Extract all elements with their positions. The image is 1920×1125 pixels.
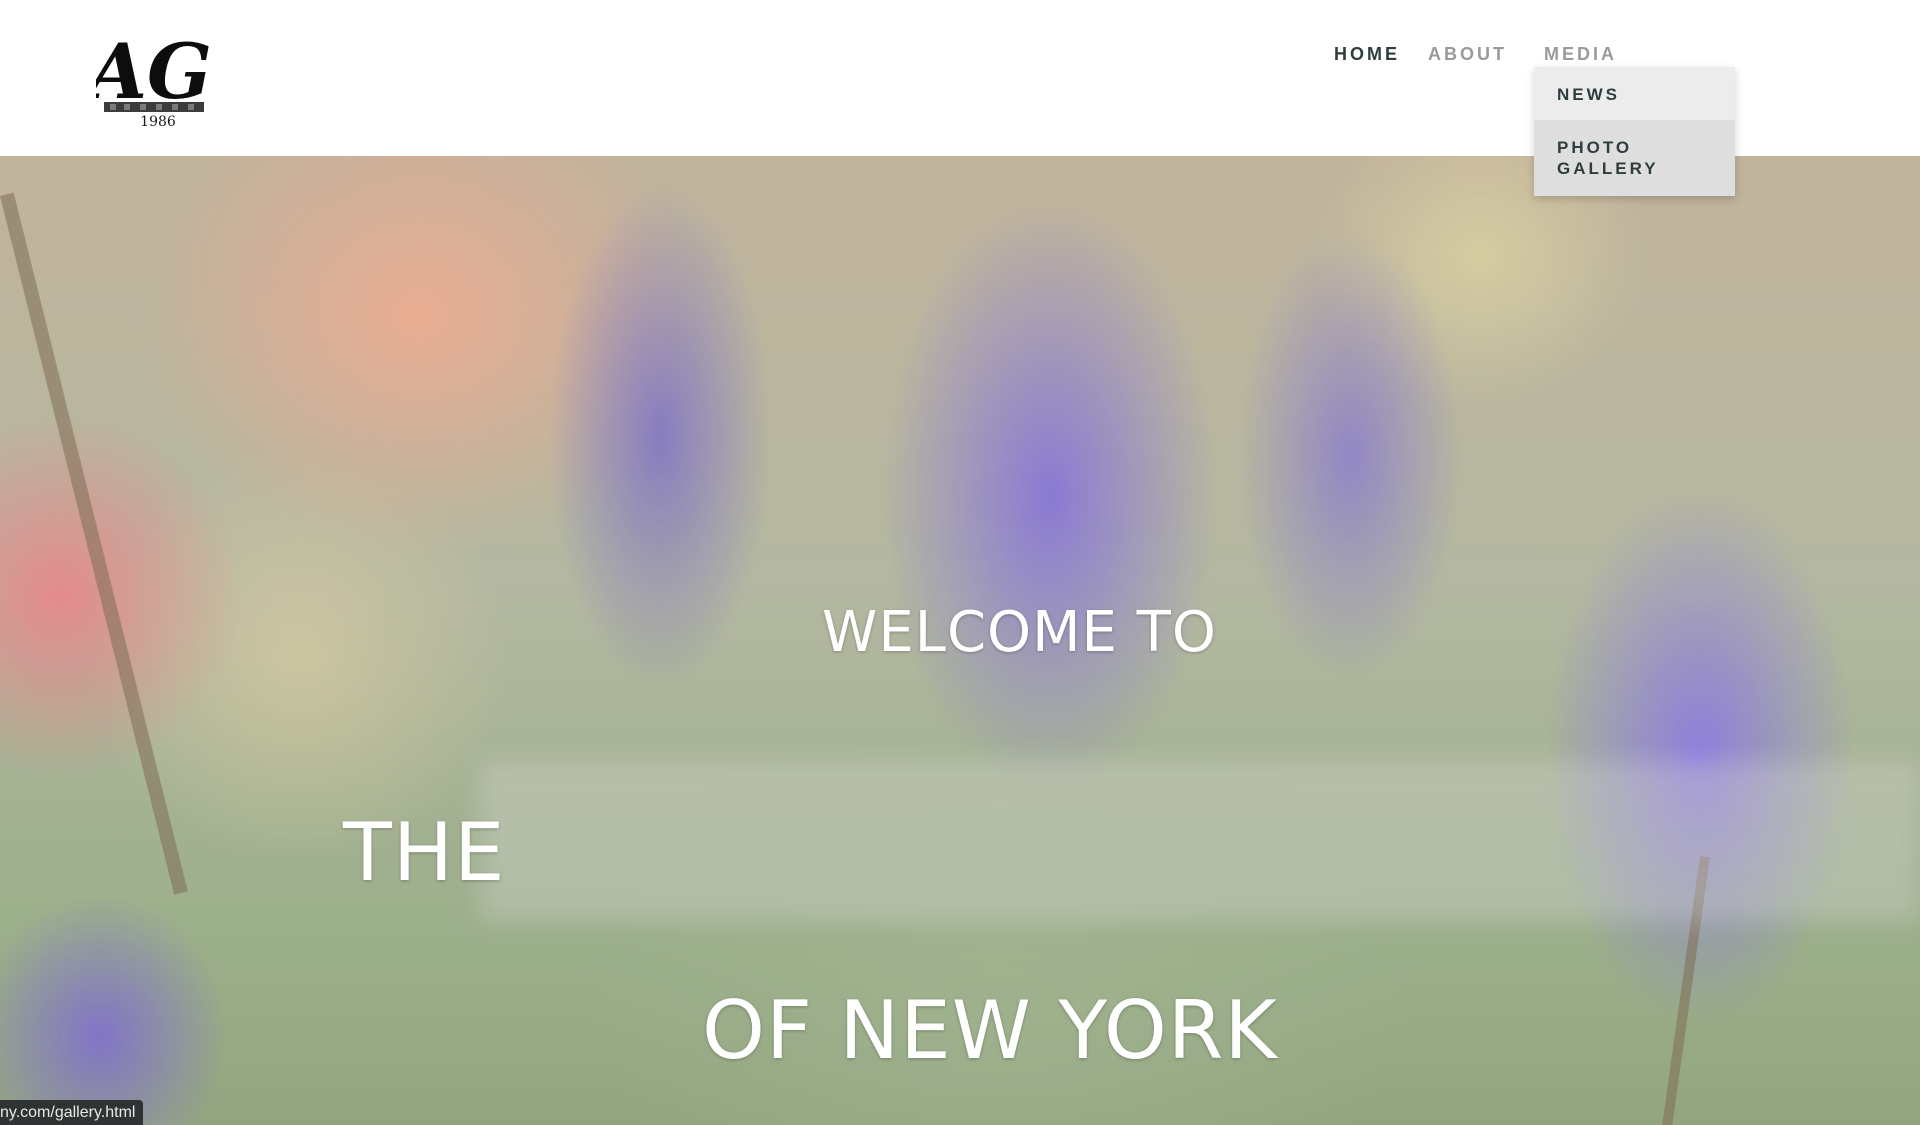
nav-about-link[interactable]: ABOUT (1428, 40, 1507, 69)
page: AG 1986 HOME ABOUT MEDIA NEWS PHOTO GALL… (0, 0, 1920, 1125)
site-logo[interactable]: AG 1986 (82, 24, 214, 132)
hero-new-york-text: OF NEW YORK (702, 984, 1278, 1077)
hero-banner: WELCOME TO THE OF NEW YORK (0, 156, 1920, 1125)
hero-the-text: THE (343, 806, 506, 899)
site-header: AG 1986 HOME ABOUT MEDIA NEWS PHOTO GALL… (0, 0, 1920, 196)
nav-home-link[interactable]: HOME (1334, 40, 1400, 69)
ag-logo-icon: AG 1986 (82, 27, 212, 130)
status-bar-url: ny.com/gallery.html (0, 1100, 144, 1125)
dropdown-item-news[interactable]: NEWS (1534, 67, 1735, 120)
dropdown-item-photo-gallery[interactable]: PHOTO GALLERY (1534, 120, 1735, 196)
media-dropdown-menu: NEWS PHOTO GALLERY (1534, 67, 1735, 196)
hero-welcome-text: WELCOME TO (822, 600, 1217, 665)
nav-media-link[interactable]: MEDIA (1544, 40, 1617, 69)
logo-year: 1986 (140, 114, 176, 130)
